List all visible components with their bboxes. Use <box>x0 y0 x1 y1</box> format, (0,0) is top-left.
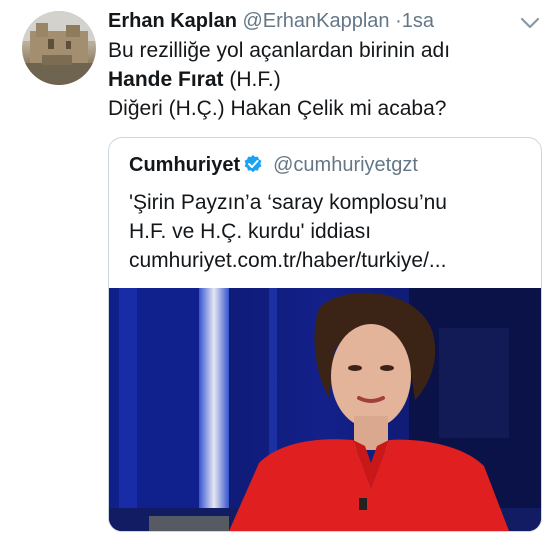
author-avatar[interactable] <box>22 11 96 85</box>
tweet-line-1: Bu rezilliğe yol açanlardan birinin adı <box>108 39 451 62</box>
quoted-link[interactable]: cumhuriyet.com.tr/haber/turkiye/... <box>129 246 529 275</box>
tweet-line-2: Hande Fırat (H.F.) <box>108 65 538 94</box>
quoted-tweet-card[interactable]: Cumhuriyet @cumhuriyetgzt 'Şirin Payzın’… <box>108 137 542 532</box>
author-handle[interactable]: @ErhanKapplan <box>242 10 389 32</box>
tweet-text: Bu rezilliğe yol açanlardan birinin adı … <box>108 36 538 123</box>
tweet-line-3: Diğeri (H.Ç.) Hakan Çelik mi acaba? <box>108 97 447 120</box>
tweet-bold-name: Hande Fırat <box>108 68 224 91</box>
news-photo[interactable] <box>109 288 541 531</box>
verified-badge-icon <box>244 155 262 173</box>
chevron-down-icon[interactable] <box>519 16 541 30</box>
quoted-author-handle[interactable]: @cumhuriyetgzt <box>273 154 418 176</box>
quoted-text: 'Şirin Payzın’a ‘saray komplosu’nu H.F. … <box>129 188 529 275</box>
quoted-line-2: H.F. ve H.Ç. kurdu' iddiası <box>129 220 372 243</box>
tweet-time[interactable]: 1sa <box>402 10 434 32</box>
castle-photo-icon <box>22 11 96 85</box>
quoted-author-name[interactable]: Cumhuriyet <box>129 154 240 176</box>
tweet-initials: (H.F.) <box>223 68 281 91</box>
quoted-header: Cumhuriyet @cumhuriyetgzt <box>129 152 418 178</box>
presenter-photo-icon <box>109 288 541 531</box>
tweet-header: Erhan Kaplan @ErhanKapplan ·1sa <box>108 8 519 34</box>
author-name[interactable]: Erhan Kaplan <box>108 10 237 32</box>
quoted-line-1: 'Şirin Payzın’a ‘saray komplosu’nu <box>129 191 447 214</box>
separator-dot: · <box>395 10 402 32</box>
